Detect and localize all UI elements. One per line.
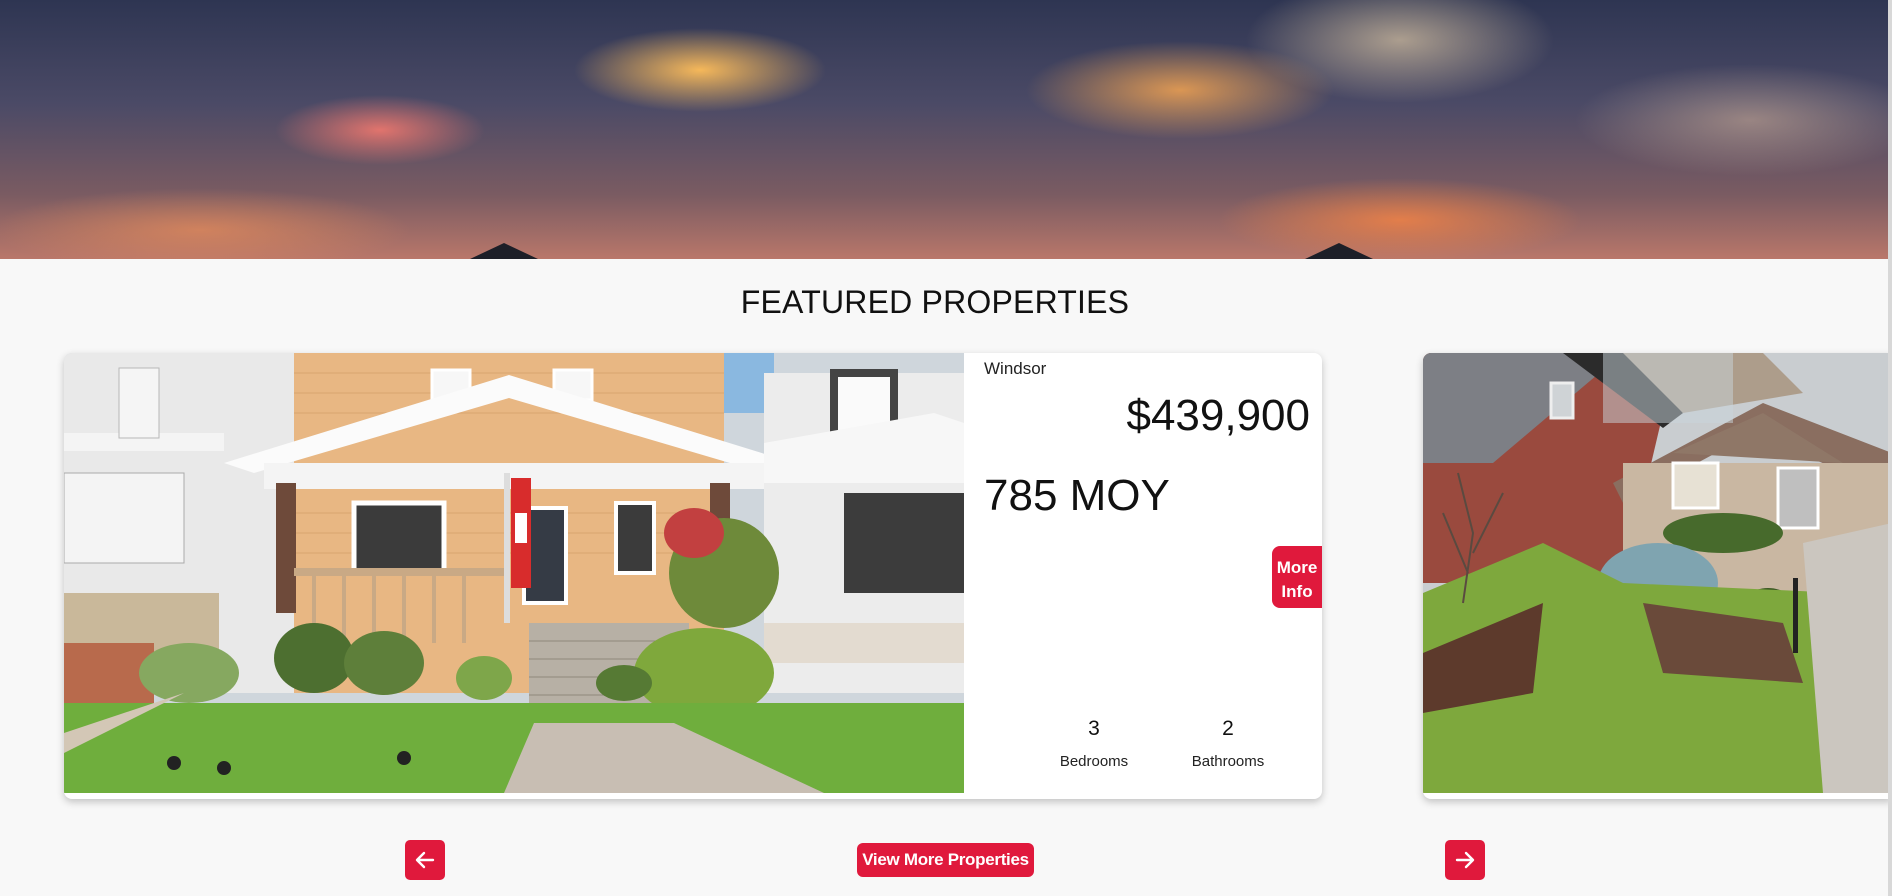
property-price: $439,900 <box>1126 391 1310 440</box>
property-city: Windsor <box>984 359 1047 378</box>
next-property-photo <box>1423 353 1892 793</box>
bathrooms-stat: 2 Bathrooms <box>1168 717 1288 770</box>
bathrooms-label: Bathrooms <box>1191 753 1265 770</box>
bathrooms-count: 2 <box>1222 717 1234 740</box>
section-title: FEATURED PROPERTIES <box>740 284 1130 320</box>
more-info-button[interactable]: More Info <box>1272 546 1322 608</box>
view-more-properties-button[interactable]: View More Properties <box>857 843 1034 877</box>
property-card: Windsor $439,900 785 MOY More Info 3 Bed… <box>64 353 1322 799</box>
roof-silhouette <box>470 243 538 259</box>
page-scrollbar[interactable] <box>1888 0 1892 896</box>
carousel-next-button[interactable] <box>1445 840 1485 880</box>
arrow-left-icon <box>415 851 435 869</box>
roof-silhouette <box>1305 243 1373 259</box>
property-address: 785 MOY <box>984 471 1170 520</box>
carousel-prev-button[interactable] <box>405 840 445 880</box>
property-info: Windsor $439,900 785 MOY More Info 3 Bed… <box>964 353 1322 799</box>
bedrooms-count: 3 <box>1088 717 1100 740</box>
bedrooms-label: Bedrooms <box>1059 753 1129 770</box>
hero-sky-banner <box>0 0 1888 259</box>
property-photo[interactable] <box>64 353 964 793</box>
bedrooms-stat: 3 Bedrooms <box>1034 717 1154 770</box>
next-property-card-preview[interactable] <box>1423 353 1892 799</box>
arrow-right-icon <box>1455 851 1475 869</box>
